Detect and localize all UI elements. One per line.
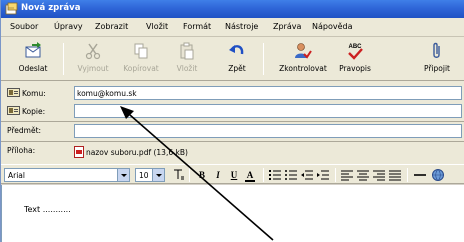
font-value: Arial bbox=[8, 171, 25, 180]
spelling-button[interactable]: ABC Pravopis bbox=[329, 40, 381, 78]
attachment-name: nazov suboru.pdf (13,6 kB) bbox=[86, 148, 188, 157]
toolbar: Odeslat Vyjmout Kopírovat Vložit Zpět Zk… bbox=[1, 37, 464, 81]
check-names-button[interactable]: Zkontrolovat bbox=[277, 40, 329, 78]
check-names-label: Zkontrolovat bbox=[279, 64, 327, 73]
copy-icon bbox=[134, 43, 148, 59]
subject-label: Předmět: bbox=[7, 126, 42, 135]
menu-soubor[interactable]: Soubor bbox=[10, 22, 38, 31]
cc-label: Kopie: bbox=[22, 107, 46, 116]
justify-icon[interactable] bbox=[389, 169, 401, 181]
paste-label: Vložit bbox=[176, 64, 198, 73]
cut-label: Vyjmout bbox=[77, 64, 109, 73]
font-size-value: 10 bbox=[139, 171, 149, 180]
increase-indent-icon[interactable] bbox=[317, 169, 329, 181]
subject-row: Předmět: bbox=[1, 123, 464, 139]
font-size-select[interactable]: 10 bbox=[135, 168, 165, 182]
font-color-icon[interactable]: A bbox=[243, 168, 257, 182]
message-body[interactable]: Text ........... bbox=[1, 185, 464, 242]
menu-bar: Soubor Úpravy Zobrazit Vložit Formát Nás… bbox=[1, 18, 464, 37]
menu-nastroje[interactable]: Nástroje bbox=[225, 22, 258, 31]
menu-napoveda[interactable]: Nápověda bbox=[312, 22, 353, 31]
spelling-icon: ABC bbox=[348, 44, 363, 60]
scissors-icon bbox=[85, 43, 101, 60]
to-field[interactable]: komu@komu.sk bbox=[74, 86, 462, 100]
send-button[interactable]: Odeslat bbox=[7, 40, 59, 78]
numbered-list-icon[interactable] bbox=[269, 169, 281, 181]
send-label: Odeslat bbox=[18, 64, 48, 73]
undo-label: Zpět bbox=[228, 64, 246, 73]
paste-icon bbox=[180, 42, 194, 60]
menu-zobrazit[interactable]: Zobrazit bbox=[95, 22, 128, 31]
check-names-icon bbox=[295, 43, 312, 59]
paste-button[interactable]: Vložit bbox=[161, 40, 213, 78]
subject-field[interactable] bbox=[74, 124, 462, 138]
menu-format[interactable]: Formát bbox=[183, 22, 211, 31]
send-icon bbox=[25, 42, 41, 58]
spelling-label: Pravopis bbox=[339, 64, 371, 73]
format-bar: Arial 10 B I U A bbox=[1, 164, 464, 184]
align-right-icon[interactable] bbox=[373, 169, 385, 181]
menu-upravy[interactable]: Úpravy bbox=[54, 22, 83, 31]
address-book-icon bbox=[7, 88, 20, 97]
menu-zprava[interactable]: Zpráva bbox=[273, 22, 301, 31]
align-left-icon[interactable] bbox=[341, 169, 353, 181]
bold-icon[interactable]: B bbox=[195, 168, 209, 182]
undo-icon bbox=[229, 45, 244, 55]
underline-icon[interactable]: U bbox=[227, 168, 241, 182]
compose-window: Nová zpráva Soubor Úpravy Zobrazit Vloži… bbox=[0, 0, 464, 242]
font-select[interactable]: Arial bbox=[4, 168, 130, 182]
to-row: Komu: komu@komu.sk bbox=[1, 85, 464, 101]
horizontal-line-icon[interactable] bbox=[413, 169, 427, 181]
paperclip-icon bbox=[433, 42, 440, 58]
cut-button[interactable]: Vyjmout bbox=[67, 40, 119, 78]
menu-vlozit[interactable]: Vložit bbox=[146, 22, 168, 31]
undo-button[interactable]: Zpět bbox=[211, 40, 263, 78]
decrease-indent-icon[interactable] bbox=[301, 169, 313, 181]
attachment-row: Příloha: nazov suboru.pdf (13,6 kB) bbox=[1, 143, 464, 159]
message-text: Text ........... bbox=[24, 205, 71, 214]
paragraph-style-icon[interactable] bbox=[171, 168, 185, 182]
copy-button[interactable]: Kopírovat bbox=[115, 40, 167, 78]
attachment-label: Příloha: bbox=[7, 146, 36, 155]
pdf-icon bbox=[74, 146, 84, 158]
title-bar: Nová zpráva bbox=[1, 0, 464, 18]
copy-label: Kopírovat bbox=[123, 64, 159, 73]
attachment-item[interactable]: nazov suboru.pdf (13,6 kB) bbox=[74, 144, 188, 158]
window-title: Nová zpráva bbox=[21, 3, 81, 13]
cc-label-wrap[interactable]: Kopie: bbox=[7, 106, 45, 116]
hyperlink-icon[interactable] bbox=[431, 168, 445, 182]
spelling-icon-text: ABC bbox=[349, 44, 363, 50]
attach-label: Připojit bbox=[423, 64, 450, 73]
address-book-icon bbox=[7, 106, 20, 115]
to-label: Komu: bbox=[22, 89, 46, 98]
italic-icon[interactable]: I bbox=[211, 168, 225, 182]
cc-field[interactable] bbox=[74, 104, 462, 118]
bullet-list-icon[interactable] bbox=[285, 169, 297, 181]
to-label-wrap[interactable]: Komu: bbox=[7, 88, 46, 98]
message-header: Komu: komu@komu.sk Kopie: Předmět: Přílo… bbox=[1, 81, 464, 164]
chevron-down-icon bbox=[117, 169, 129, 181]
attach-button[interactable]: Připojit bbox=[411, 40, 463, 78]
cc-row: Kopie: bbox=[1, 103, 464, 119]
new-message-icon bbox=[5, 2, 18, 15]
align-center-icon[interactable] bbox=[357, 169, 369, 181]
chevron-down-icon bbox=[152, 169, 164, 181]
